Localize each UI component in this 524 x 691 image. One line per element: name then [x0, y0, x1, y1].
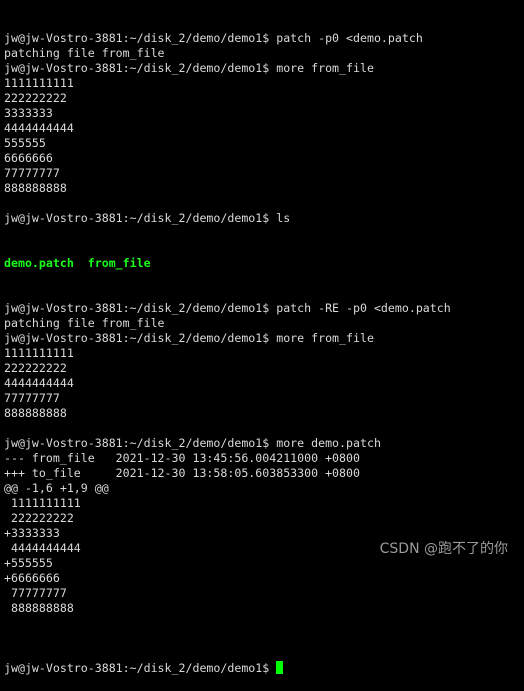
- terminal-line: 1111111111: [4, 496, 81, 510]
- terminal-line: +6666666: [4, 571, 60, 585]
- terminal-line: 555555: [4, 136, 46, 150]
- current-prompt-line[interactable]: jw@jw-Vostro-3881:~/disk_2/demo/demo1$: [4, 661, 451, 676]
- terminal-line: patching file from_file: [4, 316, 165, 330]
- terminal-line: 222222222: [4, 91, 67, 105]
- terminal-line: jw@jw-Vostro-3881:~/disk_2/demo/demo1$ m…: [4, 436, 381, 450]
- terminal-output[interactable]: jw@jw-Vostro-3881:~/disk_2/demo/demo1$ p…: [4, 1, 451, 691]
- watermark: CSDN @跑不了的你: [379, 541, 508, 557]
- terminal-line: 4444444444: [4, 121, 74, 135]
- terminal-line: 888888888: [4, 406, 67, 420]
- ls-output: demo.patch from_file: [4, 256, 151, 270]
- cursor: [276, 661, 284, 674]
- terminal-line: 3333333: [4, 106, 53, 120]
- terminal-line: 6666666: [4, 151, 53, 165]
- terminal-line: 77777777: [4, 166, 60, 180]
- terminal-line: 1111111111: [4, 346, 74, 360]
- terminal-line: jw@jw-Vostro-3881:~/disk_2/demo/demo1$ m…: [4, 61, 374, 75]
- terminal-line: 222222222: [4, 361, 67, 375]
- terminal-line: --- from_file 2021-12-30 13:45:56.004211…: [4, 451, 360, 465]
- terminal-line: 222222222: [4, 511, 74, 525]
- terminal-line: +++ to_file 2021-12-30 13:58:05.60385330…: [4, 466, 360, 480]
- terminal-line: 77777777: [4, 586, 67, 600]
- terminal-line: 888888888: [4, 181, 67, 195]
- terminal-line: jw@jw-Vostro-3881:~/disk_2/demo/demo1$ l…: [4, 211, 291, 225]
- terminal-line: @@ -1,6 +1,9 @@: [4, 481, 109, 495]
- terminal-line: 4444444444: [4, 376, 74, 390]
- terminal-line: patching file from_file: [4, 46, 165, 60]
- terminal-line: jw@jw-Vostro-3881:~/disk_2/demo/demo1$ m…: [4, 331, 374, 345]
- terminal-line: 77777777: [4, 391, 60, 405]
- terminal-line: jw@jw-Vostro-3881:~/disk_2/demo/demo1$ p…: [4, 301, 451, 315]
- terminal-line: 888888888: [4, 601, 74, 615]
- terminal-line: jw@jw-Vostro-3881:~/disk_2/demo/demo1$ p…: [4, 31, 423, 45]
- terminal-line: 1111111111: [4, 76, 74, 90]
- prompt: jw@jw-Vostro-3881:~/disk_2/demo/demo1$: [4, 661, 277, 675]
